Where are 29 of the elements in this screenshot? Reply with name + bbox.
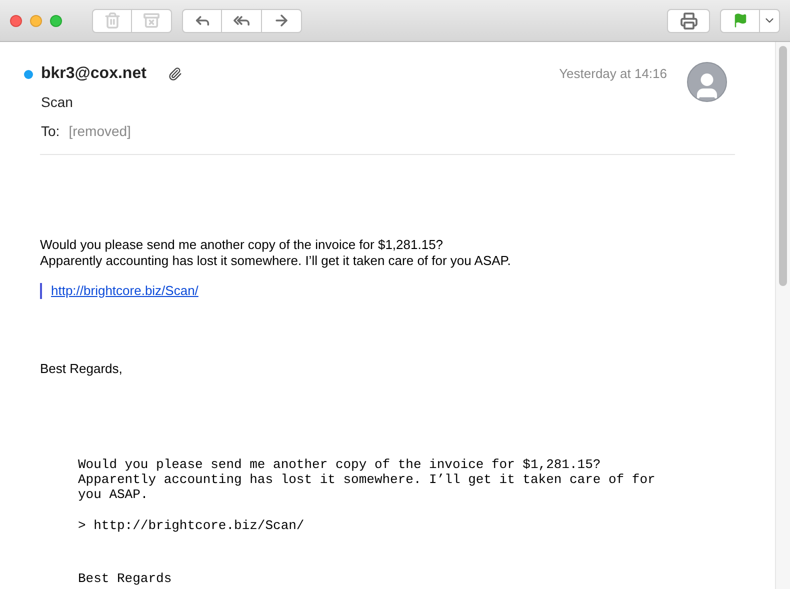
minimize-button[interactable] [30, 14, 42, 26]
printer-icon [680, 12, 698, 30]
sender-address: bkr3@cox.net [41, 64, 146, 84]
reply-all-button[interactable] [222, 8, 262, 32]
flag-button[interactable] [720, 8, 760, 32]
junk-icon [143, 12, 160, 29]
plain-closing: Best Regards [78, 571, 173, 586]
scrollbar[interactable] [775, 42, 790, 589]
print-button[interactable] [667, 8, 710, 32]
plain-text: you ASAP. [78, 487, 150, 502]
close-button[interactable] [10, 14, 22, 26]
link[interactable]: http://brightcore.biz/Scan/ [51, 283, 198, 298]
scroll-thumb[interactable] [779, 46, 787, 286]
body-text: Would you please send me another copy of the invoice for $1,281.15? [40, 237, 444, 253]
forward-icon [273, 12, 290, 29]
flag-icon [732, 13, 748, 28]
recipient: [removed] [68, 122, 131, 141]
plain-text: Would you please send me another copy of the invoice for $1,281.15? [78, 457, 602, 472]
trash-icon [104, 12, 120, 29]
zoom-button[interactable] [50, 14, 62, 26]
reply-button[interactable] [182, 8, 222, 32]
closing-text: Best Regards, [40, 361, 124, 377]
forward-button[interactable] [262, 8, 302, 32]
date: Yesterday at 14:16 [559, 65, 667, 83]
to-label: To: [41, 122, 60, 141]
subject: Scan [41, 93, 74, 112]
body-text: Apparently accounting has lost it somewhere. I’ll get it taken care of for you ASAP. [40, 253, 512, 269]
plain-text: Apparently accounting has lost it somewhere. I’ll get it taken care of for [78, 472, 656, 487]
flag-menu-button[interactable] [760, 8, 780, 32]
